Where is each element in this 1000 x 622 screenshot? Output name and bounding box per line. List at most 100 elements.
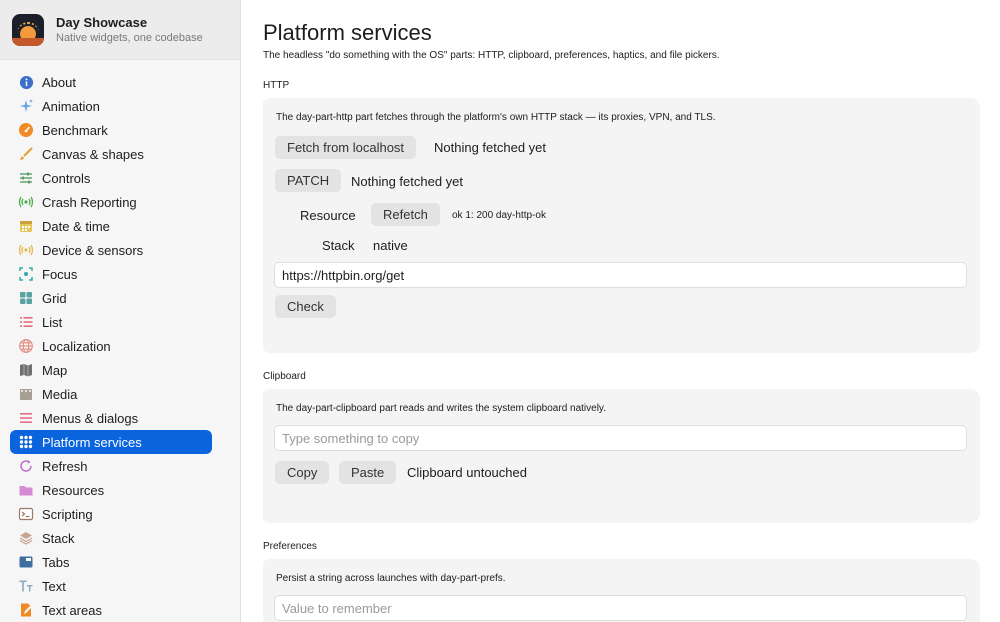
list-icon (18, 314, 34, 330)
sidebar-item-label: Device & sensors (42, 242, 144, 258)
grid-icon (18, 290, 34, 306)
sidebar-item-label: Animation (42, 98, 100, 114)
sensor-icon (18, 242, 34, 258)
sidebar-item-label: About (42, 74, 76, 90)
stack-label: Stack (322, 238, 355, 253)
copy-button[interactable]: Copy (275, 461, 330, 484)
clipboard-description: The day-part-clipboard part reads and wr… (276, 403, 606, 414)
tabs-icon (18, 554, 34, 570)
check-button[interactable]: Check (275, 295, 336, 318)
text-icon (18, 578, 34, 594)
sidebar-item-label: Scripting (42, 506, 93, 522)
app-title: Day Showcase (56, 14, 148, 30)
film-icon (18, 386, 34, 402)
preferences-description: Persist a string across launches with da… (276, 573, 506, 584)
page-title: Platform services (263, 20, 432, 45)
sidebar-item-label: Platform services (42, 434, 142, 450)
map-icon (18, 362, 34, 378)
clipboard-panel: The day-part-clipboard part reads and wr… (263, 389, 980, 523)
terminal-icon (18, 506, 34, 522)
sidebar-item-media[interactable]: Media (10, 382, 212, 406)
sidebar-item-label: Text areas (42, 602, 102, 618)
sidebar-item-about[interactable]: About (10, 70, 212, 94)
app-header: Day Showcase Native widgets, one codebas… (0, 0, 240, 60)
paintbrush-icon (18, 146, 34, 162)
sidebar-item-label: Menus & dialogs (42, 410, 139, 426)
clipboard-status: Clipboard untouched (407, 465, 527, 480)
sidebar-item-crash-reporting[interactable]: Crash Reporting (10, 190, 212, 214)
sidebar-item-tabs[interactable]: Tabs (10, 550, 212, 574)
sidebar: Day Showcase Native widgets, one codebas… (0, 0, 241, 622)
sidebar-item-canvas-and-shapes[interactable]: Canvas & shapes (10, 142, 212, 166)
app-logo-icon (12, 13, 44, 46)
stack-icon (18, 530, 34, 546)
stack-value: native (373, 238, 408, 253)
dots-grid-icon (18, 434, 34, 450)
sidebar-item-label: Map (42, 362, 68, 378)
http-description: The day-part-http part fetches through t… (276, 112, 716, 123)
globe-icon (18, 338, 34, 354)
sparkles-icon (18, 98, 34, 114)
clipboard-section-label: Clipboard (263, 371, 306, 382)
app-subtitle: Native widgets, one codebase (56, 31, 203, 44)
sidebar-item-grid[interactable]: Grid (10, 286, 212, 310)
sliders-icon (18, 170, 34, 186)
resource-value: ok 1: 200 day-http-ok (452, 210, 546, 221)
sidebar-item-localization[interactable]: Localization (10, 334, 212, 358)
sidebar-item-label: Benchmark (42, 122, 108, 138)
sidebar-item-label: Resources (42, 482, 105, 498)
fetch-localhost-button[interactable]: Fetch from localhost (275, 136, 417, 159)
sidebar-item-focus[interactable]: Focus (10, 262, 212, 286)
info-icon (18, 74, 34, 90)
sidebar-item-label: Canvas & shapes (42, 146, 144, 162)
sidebar-item-label: List (42, 314, 63, 330)
sidebar-item-refresh[interactable]: Refresh (10, 454, 212, 478)
sidebar-item-label: Crash Reporting (42, 194, 137, 210)
sidebar-item-map[interactable]: Map (10, 358, 212, 382)
paste-button[interactable]: Paste (339, 461, 397, 484)
sidebar-item-text[interactable]: Text (10, 574, 212, 598)
main-content: Platform services The headless "do somet… (263, 0, 980, 622)
http-section-label: HTTP (263, 80, 290, 91)
page-description: The headless "do something with the OS" … (263, 50, 720, 61)
refetch-button[interactable]: Refetch (371, 203, 440, 226)
text-edit-icon (18, 602, 34, 618)
refresh-icon (18, 458, 34, 474)
preferences-section-label: Preferences (263, 541, 317, 552)
calendar-icon (18, 218, 34, 234)
sidebar-item-label: Controls (42, 170, 91, 186)
sidebar-item-label: Text (42, 578, 66, 594)
sidebar-item-benchmark[interactable]: Benchmark (10, 118, 212, 142)
sidebar-item-label: Focus (42, 266, 78, 282)
sidebar-item-resources[interactable]: Resources (10, 478, 212, 502)
broadcast-icon (18, 194, 34, 210)
sidebar-item-label: Grid (42, 290, 67, 306)
sidebar-item-controls[interactable]: Controls (10, 166, 212, 190)
sidebar-nav: About Animation Benchmark Canvas & shapes Co… (0, 60, 240, 622)
sidebar-item-date-and-time[interactable]: Date & time (10, 214, 212, 238)
speedometer-icon (18, 122, 34, 138)
sidebar-item-animation[interactable]: Animation (10, 94, 212, 118)
sidebar-item-text-areas[interactable]: Text areas (10, 598, 212, 622)
sidebar-item-device-and-sensors[interactable]: Device & sensors (10, 238, 212, 262)
sidebar-item-scripting[interactable]: Scripting (10, 502, 212, 526)
sidebar-item-list[interactable]: List (10, 310, 212, 334)
sidebar-item-stack[interactable]: Stack (10, 526, 212, 550)
preferences-panel: Persist a string across launches with da… (263, 559, 980, 622)
resource-label: Resource (300, 208, 356, 223)
preferences-input[interactable] (274, 595, 967, 621)
folder-icon (18, 482, 34, 498)
patch-status: Nothing fetched yet (351, 174, 464, 189)
sidebar-item-label: Tabs (42, 554, 70, 570)
patch-button[interactable]: PATCH (275, 169, 342, 192)
sidebar-item-menus-and-dialogs[interactable]: Menus & dialogs (10, 406, 212, 430)
sidebar-item-label: Localization (42, 338, 111, 354)
sidebar-item-label: Date & time (42, 218, 110, 234)
clipboard-input[interactable] (274, 425, 967, 451)
sidebar-item-label: Stack (42, 530, 75, 546)
sidebar-item-label: Media (42, 386, 78, 402)
menu-icon (18, 410, 34, 426)
http-panel: The day-part-http part fetches through t… (263, 98, 980, 353)
url-input[interactable] (274, 262, 967, 288)
sidebar-item-platform-services[interactable]: Platform services (10, 430, 212, 454)
